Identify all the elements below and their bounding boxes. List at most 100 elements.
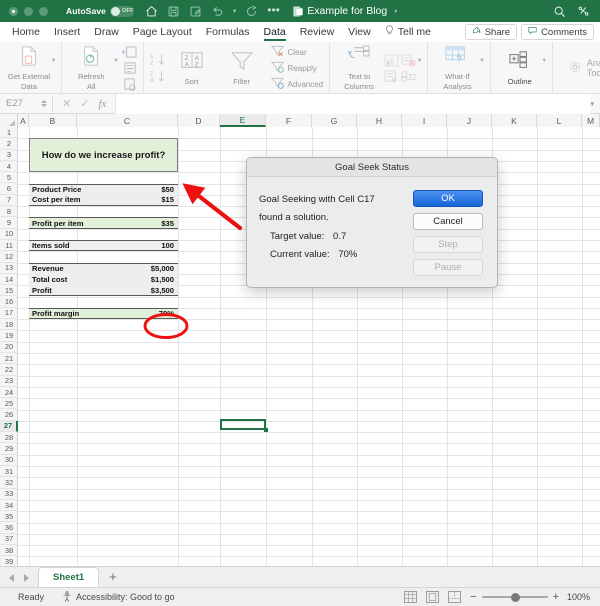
column-header-i[interactable]: I	[402, 114, 447, 127]
comments-button[interactable]: Comments	[521, 24, 594, 40]
get-external-data-button[interactable]: Get External Data	[6, 43, 52, 93]
row-header-2[interactable]: 2	[0, 138, 18, 150]
row-header-18[interactable]: 18	[0, 319, 18, 331]
row-header-22[interactable]: 22	[0, 364, 18, 376]
row-header-29[interactable]: 29	[0, 443, 18, 455]
table-row[interactable]: Items sold 100	[29, 240, 178, 252]
next-sheet-icon[interactable]	[24, 574, 29, 582]
selected-cell-e27[interactable]	[220, 418, 266, 431]
row-header-15[interactable]: 15	[0, 285, 18, 297]
row-header-11[interactable]: 11	[0, 240, 18, 252]
select-all-corner[interactable]	[0, 114, 18, 127]
share-button[interactable]: Share	[464, 24, 518, 40]
row-header-17[interactable]: 17	[0, 308, 18, 320]
row-header-33[interactable]: 33	[0, 489, 18, 500]
spinner-down-icon[interactable]	[41, 104, 47, 107]
confirm-icon[interactable]: ✓	[80, 97, 89, 110]
row-header-37[interactable]: 37	[0, 534, 18, 546]
row-header-13[interactable]: 13	[0, 263, 18, 274]
advanced-filter-button[interactable]: Advanced	[270, 77, 323, 91]
sort-descending-icon[interactable]: ZA	[150, 70, 165, 84]
tab-review[interactable]: Review	[293, 22, 341, 42]
row-header-23[interactable]: 23	[0, 376, 18, 387]
zoom-knob[interactable]	[510, 592, 520, 602]
row-header-14[interactable]: 14	[0, 274, 18, 286]
table-row[interactable]: Product Price $50	[29, 183, 178, 195]
sheet-tab-sheet1[interactable]: Sheet1	[38, 567, 100, 587]
ok-button[interactable]: OK	[413, 190, 483, 207]
row-header-28[interactable]: 28	[0, 432, 18, 444]
row-header-1[interactable]: 1	[0, 127, 18, 139]
zoom-slider[interactable]	[481, 592, 548, 602]
more-icon[interactable]: •••	[267, 4, 280, 18]
row-header-36[interactable]: 36	[0, 523, 18, 534]
row-header-21[interactable]: 21	[0, 353, 18, 365]
refresh-all-dropdown-icon[interactable]: ▾	[114, 56, 117, 64]
properties-icon[interactable]	[120, 45, 137, 59]
cancel-icon[interactable]: ✕	[62, 97, 71, 110]
tab-insert[interactable]: Insert	[47, 22, 87, 42]
row-header-38[interactable]: 38	[0, 545, 18, 557]
row-header-19[interactable]: 19	[0, 330, 18, 342]
row-header-20[interactable]: 20	[0, 342, 18, 353]
row-header-34[interactable]: 34	[0, 500, 18, 512]
row-header-8[interactable]: 8	[0, 206, 18, 218]
document-title[interactable]: Example for Blog ▾	[293, 5, 397, 17]
row-header-25[interactable]: 25	[0, 398, 18, 410]
data-tools-dropdown-icon[interactable]: ▾	[418, 56, 421, 64]
tab-draw[interactable]: Draw	[87, 22, 126, 42]
table-row[interactable]: Profit per item $35	[29, 217, 178, 229]
page-break-icon[interactable]	[448, 591, 462, 603]
column-header-j[interactable]: J	[447, 114, 492, 127]
flash-fill-icon[interactable]	[384, 53, 399, 67]
normal-view-icon[interactable]	[404, 591, 418, 603]
accessibility-status[interactable]: Accessibility: Good to go	[62, 590, 175, 604]
save-icon[interactable]	[167, 5, 180, 18]
row-header-7[interactable]: 7	[0, 195, 18, 207]
text-to-columns-button[interactable]: Text to Columns	[336, 43, 382, 93]
maximize-button[interactable]	[39, 6, 48, 16]
add-sheet-button[interactable]: +	[99, 569, 127, 587]
row-header-32[interactable]: 32	[0, 477, 18, 489]
row-header-27[interactable]: 27	[0, 420, 18, 433]
column-header-h[interactable]: H	[357, 114, 402, 127]
column-header-b[interactable]: B	[29, 114, 77, 127]
connections-icon[interactable]	[122, 61, 137, 75]
what-if-analysis-button[interactable]: ? What-If Analysis	[434, 43, 480, 93]
minimize-button[interactable]	[24, 6, 33, 16]
zoom-out-button[interactable]: −	[470, 591, 476, 603]
column-header-l[interactable]: L	[537, 114, 582, 127]
tab-data[interactable]: Data	[257, 22, 293, 42]
sheet-nav-arrows[interactable]	[0, 574, 38, 587]
zoom-control[interactable]: − + 100%	[470, 591, 590, 603]
redo-icon[interactable]	[245, 5, 258, 18]
spinner-up-icon[interactable]	[41, 100, 47, 103]
sort-az-buttons[interactable]: AZ ZA	[150, 53, 165, 84]
sort-button[interactable]: ZAAZ Sort	[169, 43, 215, 93]
table-row[interactable]: Total cost $1,500	[29, 273, 178, 286]
column-header-g[interactable]: G	[312, 114, 357, 127]
row-header-31[interactable]: 31	[0, 466, 18, 478]
tell-me-button[interactable]: Tell me	[378, 23, 438, 41]
analysis-tools-button[interactable]: Analysis Tools	[559, 58, 600, 78]
clear-filter-button[interactable]: Clear	[270, 45, 324, 59]
consolidate-icon[interactable]	[401, 70, 416, 83]
page-layout-icon[interactable]	[426, 591, 440, 603]
row-header-3[interactable]: 3	[0, 150, 18, 161]
outline-dropdown-icon[interactable]: ▾	[543, 56, 546, 64]
home-icon[interactable]	[145, 5, 158, 18]
undo-icon[interactable]	[211, 5, 224, 18]
table-row[interactable]: Revenue $5,000	[29, 262, 178, 274]
formula-bar-expand-icon[interactable]: ▾	[590, 100, 594, 108]
table-row[interactable]: Cost per item $15	[29, 194, 178, 207]
row-header-5[interactable]: 5	[0, 172, 18, 184]
row-header-35[interactable]: 35	[0, 511, 18, 523]
save-as-icon[interactable]	[189, 5, 202, 18]
zoom-in-button[interactable]: +	[553, 591, 559, 603]
row-header-4[interactable]: 4	[0, 161, 18, 173]
search-icon[interactable]	[553, 5, 566, 18]
data-validation-icon[interactable]	[384, 69, 399, 83]
insert-function-icon[interactable]: fx	[98, 98, 106, 110]
row-header-39[interactable]: 39	[0, 556, 18, 566]
row-header-30[interactable]: 30	[0, 455, 18, 466]
